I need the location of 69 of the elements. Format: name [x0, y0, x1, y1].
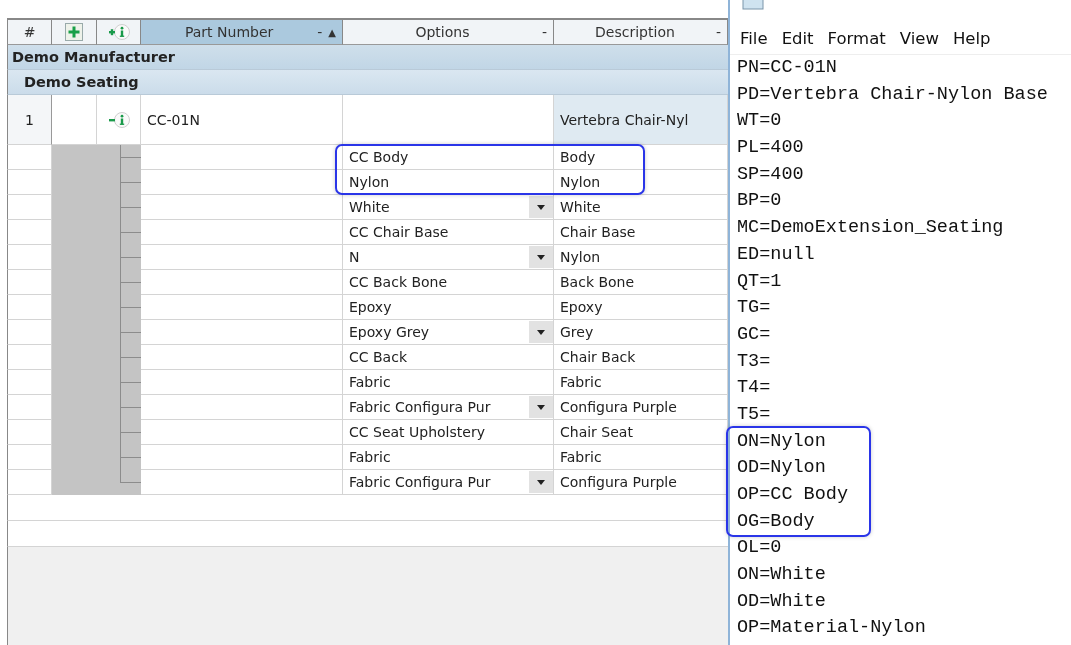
- menu-item[interactable]: File: [740, 28, 768, 48]
- dropdown-button[interactable]: [529, 321, 553, 343]
- text-line: SP=400: [737, 162, 805, 187]
- column-title: Description: [594, 24, 676, 40]
- table-cell: Chair Seat: [554, 420, 728, 445]
- column-title: Options: [414, 24, 471, 40]
- text-line: MC=DemoExtension_Seating: [737, 216, 1005, 241]
- info-minus-icon[interactable]: [107, 110, 130, 129]
- column-title: Part Number: [183, 24, 275, 40]
- dropdown-button[interactable]: [529, 471, 553, 493]
- table-cell: White: [349, 199, 390, 215]
- caret-icon: [537, 329, 545, 335]
- table-cell: Fabric Configura Pur: [349, 399, 491, 415]
- dropdown-button[interactable]: [529, 396, 553, 418]
- text-line: OG=Body: [737, 509, 816, 534]
- text-line: T3=: [737, 349, 772, 374]
- info-plus-icon[interactable]: [107, 23, 130, 41]
- group-row[interactable]: Demo Manufacturer: [7, 45, 728, 70]
- column-menu-glyph[interactable]: -: [541, 24, 547, 40]
- menu-item[interactable]: Format: [827, 28, 886, 48]
- text-line: ED=null: [737, 242, 816, 267]
- text-line: OD=White: [737, 589, 827, 614]
- text-line: GC=: [737, 322, 772, 347]
- text-line: T4=: [737, 376, 772, 401]
- menu-item[interactable]: View: [899, 28, 939, 48]
- text-line: PL=400: [737, 136, 805, 161]
- text-line: TG=: [737, 296, 772, 321]
- table-cell: Nylon: [349, 174, 390, 190]
- text-line: QT=1: [737, 269, 783, 294]
- column-menu-glyph[interactable]: -: [715, 24, 721, 40]
- table-cell: Fabric: [349, 374, 391, 390]
- caret-icon: [537, 479, 545, 485]
- table-cell: Epoxy: [349, 299, 392, 315]
- add-icon[interactable]: [65, 23, 83, 41]
- row-number: 1: [7, 95, 52, 145]
- table-cell: Fabric: [349, 449, 391, 465]
- table-cell: CC Chair Base: [349, 224, 449, 240]
- text-line: BP=0: [737, 189, 783, 214]
- table-cell: CC Back Bone: [349, 274, 448, 290]
- menu-item[interactable]: Help: [952, 28, 991, 48]
- table-cell: N: [349, 249, 360, 265]
- text-line: OD=Nylon: [737, 456, 827, 481]
- table-cell: CC Body: [349, 149, 409, 165]
- text-line: T5=: [737, 402, 772, 427]
- text-line: OL=0: [737, 536, 783, 561]
- dropdown-button[interactable]: [529, 246, 553, 268]
- text-line: PD=Vertebra Chair-Nylon Base: [737, 82, 1049, 107]
- text-line: ON=Nylon: [737, 429, 827, 454]
- dropdown-button[interactable]: [529, 196, 553, 218]
- column-menu-glyph[interactable]: -: [317, 24, 323, 40]
- group-row[interactable]: Demo Seating: [7, 70, 728, 95]
- sort-glyph[interactable]: ▲: [328, 26, 336, 38]
- caret-icon: [537, 404, 545, 410]
- table-cell: Fabric Configura Pur: [349, 474, 491, 490]
- table-cell: CC Seat Upholstery: [349, 424, 485, 440]
- notepad-icon: [742, 0, 764, 10]
- caret-icon: [537, 204, 545, 210]
- table-cell: Vertebra Chair-Nyl: [554, 95, 728, 145]
- text-line: PN=CC-01N: [737, 56, 838, 80]
- text-line: WT=0: [737, 109, 783, 134]
- column-header[interactable]: Part Number - ▲: [141, 20, 343, 45]
- caret-icon: [537, 254, 545, 260]
- menu-item[interactable]: Edit: [781, 28, 814, 48]
- text-line: OP=CC Body: [737, 483, 850, 507]
- text-line: OP=Material-Nylon: [737, 616, 927, 641]
- table-cell: CC Back: [349, 349, 407, 365]
- table-cell: CC-01N: [141, 95, 343, 145]
- table-cell: Epoxy Grey: [349, 324, 430, 340]
- text-line: ON=White: [737, 563, 827, 588]
